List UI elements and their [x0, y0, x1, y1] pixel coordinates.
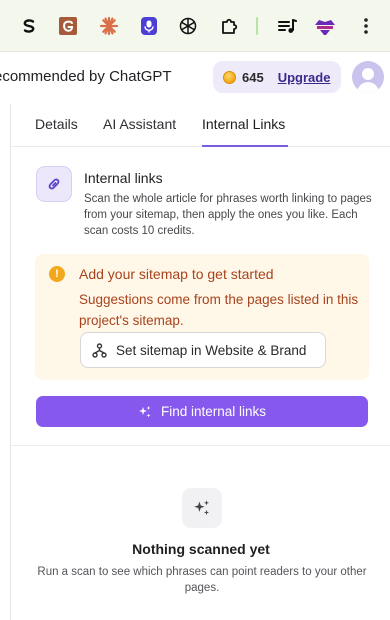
credits-pill: 645 Upgrade: [213, 61, 341, 93]
s-extension-icon[interactable]: [17, 14, 41, 38]
sparkles-icon: [182, 488, 222, 528]
more-vert-icon[interactable]: [354, 14, 378, 38]
empty-state-description: Run a scan to see which phrases can poin…: [37, 566, 367, 594]
tab-ai-assistant[interactable]: AI Assistant: [103, 116, 176, 132]
g-extension-icon[interactable]: [56, 14, 80, 38]
tab-internal-links[interactable]: Internal Links: [202, 116, 285, 132]
link-icon: [36, 166, 72, 202]
tab-bar: Details AI Assistant Internal Links: [11, 104, 390, 147]
warning-description: Suggestions come from the pages listed i…: [79, 292, 359, 328]
internal-links-panel: Details AI Assistant Internal Links Inte…: [10, 104, 390, 620]
find-internal-links-button[interactable]: Find internal links: [36, 396, 368, 427]
playlist-icon[interactable]: [275, 14, 299, 38]
section-divider: [11, 445, 390, 446]
intro-description: Scan the whole article for phrases worth…: [84, 193, 372, 237]
browser-extensions-toolbar: [0, 0, 390, 52]
sitemap-icon: [92, 342, 107, 358]
set-sitemap-button[interactable]: Set sitemap in Website & Brand: [80, 332, 326, 368]
set-sitemap-label: Set sitemap in Website & Brand: [116, 342, 307, 358]
sitemap-warning: ! Add your sitemap to get started Sugges…: [35, 254, 369, 380]
intro-title: Internal links: [84, 170, 163, 186]
active-tab-indicator: [202, 145, 288, 147]
find-internal-links-label: Find internal links: [160, 404, 267, 419]
toolbar-separator: [256, 17, 258, 35]
incognito-icon[interactable]: [313, 14, 337, 38]
warning-icon: !: [49, 266, 65, 282]
avatar-user-icon: [362, 68, 374, 80]
podcast-icon[interactable]: [137, 14, 161, 38]
upgrade-link[interactable]: Upgrade: [278, 70, 331, 85]
warning-title: Add your sitemap to get started: [79, 266, 274, 282]
chatgpt-icon[interactable]: [176, 14, 200, 38]
tab-details[interactable]: Details: [35, 116, 78, 132]
puzzle-icon[interactable]: [217, 14, 241, 38]
page-title: ecommended by ChatGPT: [0, 68, 172, 85]
claude-icon[interactable]: [97, 14, 121, 38]
coin-icon: [223, 70, 236, 84]
sparkles-icon: [138, 405, 151, 417]
credits-count: 645: [242, 69, 264, 85]
empty-state-title: Nothing scanned yet: [132, 541, 270, 557]
avatar[interactable]: [352, 61, 384, 93]
